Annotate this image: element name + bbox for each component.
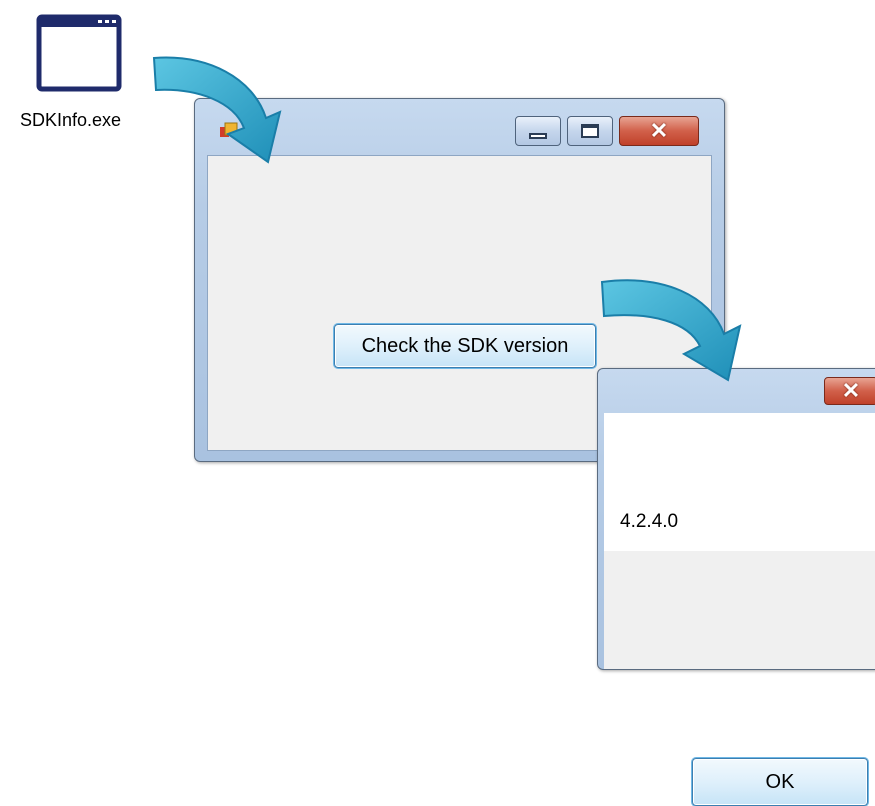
ok-button[interactable]: OK: [692, 758, 868, 806]
check-sdk-version-button[interactable]: Check the SDK version: [334, 324, 596, 368]
message-box-close-button[interactable]: ✕: [824, 377, 875, 405]
curved-arrow-icon: [152, 56, 282, 164]
application-window-icon: [36, 14, 122, 92]
maximize-button[interactable]: [567, 116, 613, 146]
curved-arrow-icon: [600, 279, 742, 382]
minimize-button[interactable]: [515, 116, 561, 146]
close-button[interactable]: ✕: [619, 116, 699, 146]
desktop-icon-label: SDKInfo.exe: [20, 110, 122, 130]
message-box-button-bar: OK: [604, 551, 875, 806]
sdk-version-text: 4.2.4.0: [620, 511, 679, 532]
minimize-icon: [529, 133, 547, 139]
close-icon: ✕: [841, 378, 861, 403]
close-icon: ✕: [649, 118, 669, 143]
message-box-content: 4.2.4.0: [604, 413, 875, 551]
message-box-window: 4.2.4.0 OK ✕: [597, 368, 875, 806]
maximize-icon: [581, 124, 599, 138]
